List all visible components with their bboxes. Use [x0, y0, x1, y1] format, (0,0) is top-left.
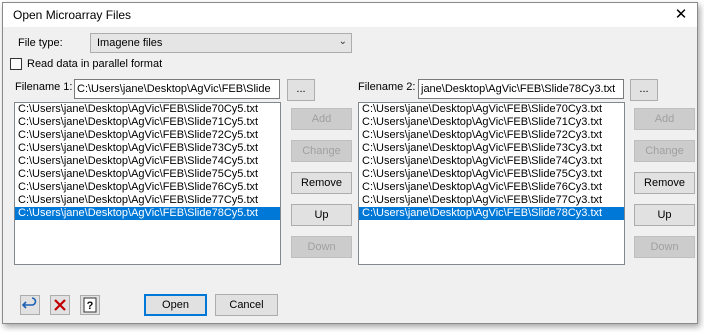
up-button-1[interactable]: Up: [291, 204, 352, 226]
file-type-label: File type:: [18, 37, 63, 49]
list-item[interactable]: C:\Users\jane\Desktop\AgVic\FEB\Slide73C…: [15, 142, 280, 155]
list-item[interactable]: C:\Users\jane\Desktop\AgVic\FEB\Slide74C…: [15, 155, 280, 168]
open-button[interactable]: Open: [144, 294, 207, 316]
help-icon: ?: [83, 297, 97, 313]
filename-1-input[interactable]: C:\Users\jane\Desktop\AgVic\FEB\Slide: [74, 79, 280, 99]
parallel-format-label: Read data in parallel format: [27, 58, 163, 70]
file-type-value: Imagene files: [97, 37, 163, 49]
filename-1-label: Filename 1:: [15, 81, 73, 93]
filename-2-label: Filename 2:: [358, 81, 416, 93]
list-item[interactable]: C:\Users\jane\Desktop\AgVic\FEB\Slide76C…: [15, 181, 280, 194]
clear-x-icon: [54, 299, 66, 311]
add-button-1[interactable]: Add: [291, 108, 352, 130]
browse-1-button[interactable]: ...: [287, 79, 315, 101]
list-item[interactable]: C:\Users\jane\Desktop\AgVic\FEB\Slide75C…: [15, 168, 280, 181]
change-button-1[interactable]: Change: [291, 140, 352, 162]
chevron-down-icon: ⌄: [338, 36, 347, 47]
cancel-button[interactable]: Cancel: [215, 294, 278, 316]
list-item[interactable]: C:\Users\jane\Desktop\AgVic\FEB\Slide70C…: [359, 103, 624, 116]
up-button-2[interactable]: Up: [634, 204, 695, 226]
add-button-2[interactable]: Add: [634, 108, 695, 130]
list-item[interactable]: C:\Users\jane\Desktop\AgVic\FEB\Slide71C…: [359, 116, 624, 129]
list-item[interactable]: C:\Users\jane\Desktop\AgVic\FEB\Slide73C…: [359, 142, 624, 155]
list-item[interactable]: C:\Users\jane\Desktop\AgVic\FEB\Slide72C…: [359, 129, 624, 142]
remove-button-2[interactable]: Remove: [634, 172, 695, 194]
file-list-1[interactable]: C:\Users\jane\Desktop\AgVic\FEB\Slide70C…: [14, 102, 281, 265]
undo-icon: [21, 297, 37, 309]
file-type-select[interactable]: Imagene files ⌄: [90, 33, 352, 53]
open-microarray-dialog: Open Microarray Files ✕ File type: Image…: [2, 2, 698, 324]
close-button[interactable]: ✕: [671, 5, 691, 25]
list-item[interactable]: C:\Users\jane\Desktop\AgVic\FEB\Slide76C…: [359, 181, 624, 194]
list-item[interactable]: C:\Users\jane\Desktop\AgVic\FEB\Slide77C…: [15, 194, 280, 207]
list-item[interactable]: C:\Users\jane\Desktop\AgVic\FEB\Slide71C…: [15, 116, 280, 129]
list-item[interactable]: C:\Users\jane\Desktop\AgVic\FEB\Slide78C…: [359, 207, 624, 220]
remove-button-1[interactable]: Remove: [291, 172, 352, 194]
file-list-2[interactable]: C:\Users\jane\Desktop\AgVic\FEB\Slide70C…: [358, 102, 625, 265]
parallel-format-checkbox[interactable]: [10, 58, 22, 70]
svg-text:?: ?: [87, 300, 94, 312]
list-item[interactable]: C:\Users\jane\Desktop\AgVic\FEB\Slide78C…: [15, 207, 280, 220]
window-title: Open Microarray Files: [13, 8, 132, 22]
list-item[interactable]: C:\Users\jane\Desktop\AgVic\FEB\Slide70C…: [15, 103, 280, 116]
close-icon: ✕: [674, 6, 688, 23]
list-item[interactable]: C:\Users\jane\Desktop\AgVic\FEB\Slide75C…: [359, 168, 624, 181]
list-item[interactable]: C:\Users\jane\Desktop\AgVic\FEB\Slide72C…: [15, 129, 280, 142]
clear-button[interactable]: [50, 295, 70, 315]
title-bar: Open Microarray Files ✕: [3, 3, 697, 27]
list-item[interactable]: C:\Users\jane\Desktop\AgVic\FEB\Slide74C…: [359, 155, 624, 168]
down-button-2[interactable]: Down: [634, 236, 695, 258]
browse-2-button[interactable]: ...: [630, 79, 658, 101]
list-item[interactable]: C:\Users\jane\Desktop\AgVic\FEB\Slide77C…: [359, 194, 624, 207]
filename-2-input[interactable]: jane\Desktop\AgVic\FEB\Slide78Cy3.txt: [418, 79, 624, 99]
help-button[interactable]: ?: [80, 295, 100, 315]
undo-button[interactable]: [20, 295, 40, 315]
change-button-2[interactable]: Change: [634, 140, 695, 162]
down-button-1[interactable]: Down: [291, 236, 352, 258]
